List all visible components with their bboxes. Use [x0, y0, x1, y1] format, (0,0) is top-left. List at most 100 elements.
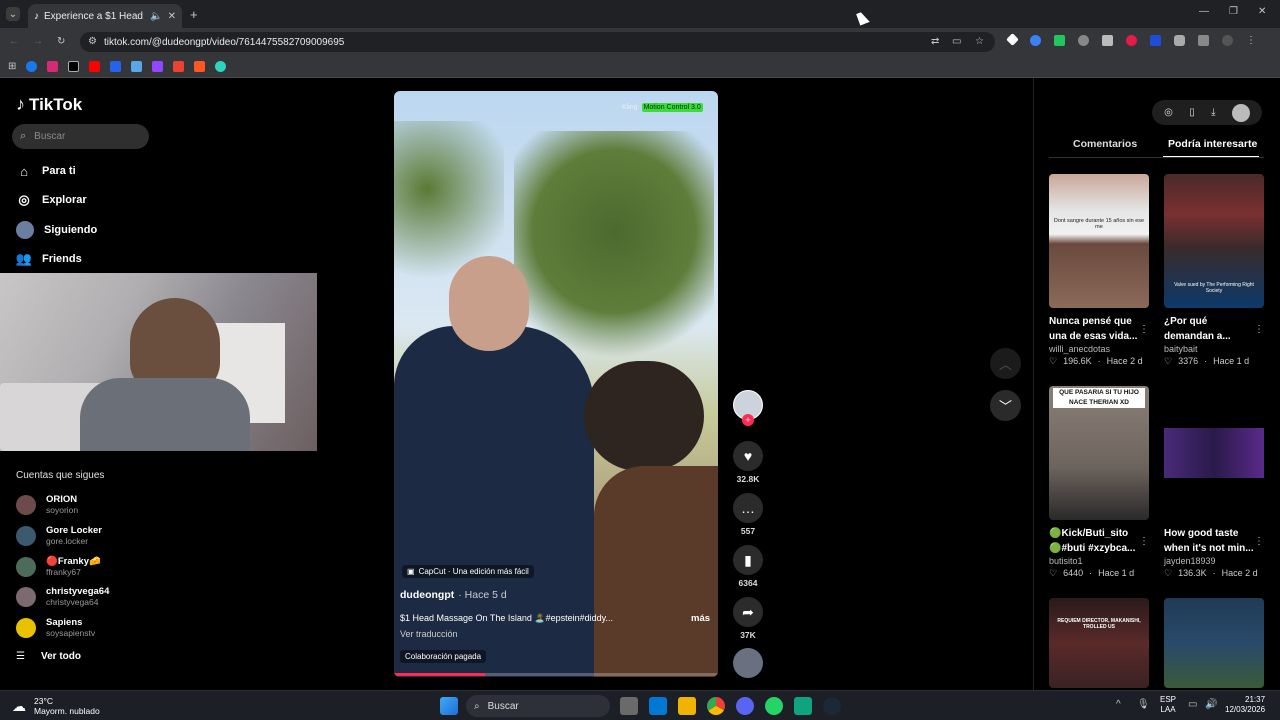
cast-icon[interactable]: ▭ [952, 36, 961, 47]
creator-avatar[interactable]: + [733, 390, 763, 426]
nav-item-siguiendo[interactable]: Siguiendo [16, 221, 97, 239]
recommended-card[interactable]: QUE PASARIA SI TU HIJO NACE THERIAN XD 🟢… [1049, 386, 1149, 579]
volume-icon[interactable]: 🔊 [1205, 699, 1217, 710]
card-menu-icon[interactable]: ⋮ [1139, 526, 1149, 556]
tab-podria-interesarte[interactable]: Podría interesarte [1168, 138, 1257, 150]
store-icon[interactable] [649, 697, 667, 715]
capcut-tag[interactable]: ▣ CapCut · Una edición más fácil [402, 565, 534, 578]
microphone-icon[interactable]: 🎙 [1137, 699, 1150, 710]
recommended-card[interactable]: Valve sued by The Performing Right Socie… [1164, 174, 1264, 367]
maximize-icon[interactable]: ❐ [1229, 6, 1238, 17]
tab-comments[interactable]: Comentarios [1073, 138, 1137, 150]
card-menu-icon[interactable]: ⋮ [1139, 314, 1149, 344]
tab-list-icon[interactable]: ⌄ [6, 7, 20, 21]
card-menu-icon[interactable]: ⋮ [1254, 526, 1264, 556]
following-item[interactable]: Gore Locker gore.locker [16, 525, 102, 546]
tray-chevron-icon[interactable]: ^ [1116, 699, 1121, 710]
clock[interactable]: 21:37 12/03/2026 [1225, 695, 1265, 715]
card-author[interactable]: willi_anecdotas [1049, 344, 1149, 354]
reading-list-icon[interactable] [1198, 35, 1209, 46]
nav-item-para-ti[interactable]: ⌂ Para ti [16, 163, 76, 179]
menu-kebab-icon[interactable]: ⋮ [1246, 35, 1256, 46]
video-author[interactable]: dudeongpt [400, 589, 454, 601]
following-item[interactable]: 🔴Franky🧀 ffranky67 [16, 556, 101, 577]
user-avatar-icon[interactable] [1231, 103, 1250, 122]
window-close-icon[interactable]: ✕ [1258, 6, 1266, 17]
card-menu-icon[interactable]: ⋮ [1254, 314, 1264, 344]
windows-start-icon[interactable] [440, 697, 458, 715]
save-button[interactable]: ▮ 6364 [733, 545, 763, 588]
like-button[interactable]: ♥ 32.8K [733, 441, 763, 484]
tab-close-icon[interactable]: ✕ [168, 11, 176, 22]
forward-icon[interactable]: → [33, 36, 43, 47]
file-explorer-icon[interactable] [678, 697, 696, 715]
gmail-bookmark-icon[interactable] [173, 61, 185, 72]
download-icon[interactable]: ⤓ [1211, 107, 1215, 118]
weather-widget[interactable]: ☁ 23°C Mayorm. nublado [12, 696, 100, 716]
apps-grid-icon[interactable]: ⊞ [8, 61, 16, 72]
see-all-link[interactable]: ☰ Ver todo [16, 651, 81, 662]
new-tab-icon[interactable]: + [190, 7, 198, 22]
youtube-bookmark-icon[interactable] [89, 61, 101, 72]
chrome-icon[interactable] [707, 697, 725, 715]
task-view-icon[interactable] [620, 697, 638, 715]
recommended-card[interactable]: How good taste when it's not min... ⋮ ja… [1164, 386, 1264, 579]
following-item[interactable]: christyvega64 christyvega64 [16, 586, 109, 607]
extension-m-icon[interactable] [1150, 35, 1161, 46]
phone-icon[interactable]: ▯ [1189, 107, 1195, 118]
recommended-card[interactable] [1164, 598, 1264, 688]
audio-icon[interactable]: 🔈 [150, 11, 162, 22]
card-author[interactable]: butisito1 [1049, 556, 1149, 566]
extension-square-icon[interactable] [1102, 35, 1113, 46]
sound-disc[interactable] [733, 648, 763, 678]
whatsapp-icon[interactable] [765, 697, 783, 715]
network-icon[interactable]: ▭ [1188, 699, 1197, 710]
translate-link[interactable]: Ver traducción [400, 629, 458, 639]
profile-avatar-icon[interactable] [1222, 35, 1233, 46]
taskbar-search[interactable]: ⌕ Buscar [466, 695, 610, 717]
card-author[interactable]: jayden18939 [1164, 556, 1264, 566]
extension-shield-icon[interactable] [1054, 35, 1065, 46]
recommended-card[interactable]: REQUIEM DIRECTOR, MAKANISHI, TROLLED US [1049, 598, 1149, 688]
extension-glasses-icon[interactable] [1078, 35, 1089, 46]
extension-red-icon[interactable] [1126, 35, 1137, 46]
tiktok-logo[interactable]: ♪ TikTok [16, 94, 82, 115]
extension-blue-icon[interactable] [1030, 35, 1041, 46]
minimize-icon[interactable]: — [1199, 6, 1209, 17]
bookmark-light-blue-icon[interactable] [131, 61, 143, 72]
twitch-bookmark-icon[interactable] [152, 61, 164, 72]
reload-icon[interactable]: ↻ [57, 36, 65, 47]
x-bookmark-icon[interactable] [68, 61, 80, 72]
nav-item-friends[interactable]: 👥 Friends [16, 251, 82, 267]
card-author[interactable]: baitybait [1164, 344, 1264, 354]
steam-icon[interactable] [823, 697, 841, 715]
comment-button[interactable]: … 557 [733, 493, 763, 536]
browser-tab[interactable]: ♪ Experience a $1 Head Mass 🔈 ✕ [28, 4, 182, 28]
instagram-bookmark-icon[interactable] [47, 61, 59, 72]
nav-item-explorar[interactable]: ◎ Explorar [16, 192, 86, 208]
bookmark-teal-icon[interactable] [215, 61, 227, 72]
bookmark-blue-icon[interactable] [110, 61, 122, 72]
recommended-card[interactable]: Dont sangre durante 15 años sin ese me N… [1049, 174, 1149, 367]
translate-icon[interactable]: ⇄ [931, 36, 939, 47]
bookmark-orange-icon[interactable] [194, 61, 206, 72]
share-button[interactable]: ➦ 37K [733, 597, 763, 640]
address-bar[interactable]: ⚙ tiktok.com/@dudeongpt/video/7614475582… [80, 32, 995, 52]
extensions-puzzle-icon[interactable] [1174, 35, 1185, 46]
video-player[interactable]: Kling Motion Control 3.0 ▣ CapCut · Una … [394, 91, 718, 677]
following-item[interactable]: Sapiens soysapienstv [16, 617, 95, 638]
discord-icon[interactable] [736, 697, 754, 715]
next-video-button[interactable]: ﹀ [990, 390, 1021, 421]
back-icon[interactable]: ← [9, 36, 19, 47]
app-green-icon[interactable] [794, 697, 812, 715]
caption-more-link[interactable]: más [691, 613, 710, 624]
video-progress-track[interactable] [394, 673, 718, 676]
site-info-icon[interactable]: ⚙ [88, 36, 97, 47]
follow-plus-icon[interactable]: + [742, 414, 754, 426]
previous-video-button[interactable]: ︿ [990, 348, 1021, 379]
facebook-bookmark-icon[interactable] [26, 61, 38, 72]
bookmark-star-icon[interactable]: ☆ [975, 36, 984, 47]
language-indicator[interactable]: ESP LAA [1160, 695, 1176, 715]
compass-small-icon[interactable]: ◎ [1164, 107, 1173, 118]
extension-diamond-icon[interactable] [1006, 33, 1019, 46]
